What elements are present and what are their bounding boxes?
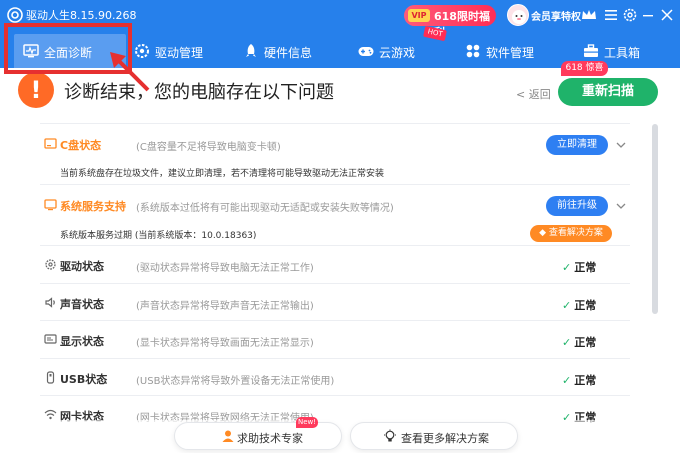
row-detail-c-disk: 当前系统盘存在垃圾文件，建议立即清理，若不清理将可能导致驱动无法正常安装	[60, 169, 385, 179]
title-bar: 驱动人生8.15.90.268 VIP 618限时福利 会员享特权	[0, 0, 680, 39]
status-label: 正常	[574, 261, 597, 274]
status-ok: ✓ 正常	[562, 297, 596, 313]
go-upgrade-button[interactable]: 前往升级	[546, 196, 608, 216]
more-solutions-button[interactable]: 查看更多解决方案	[350, 422, 518, 450]
rocket-icon	[246, 44, 256, 57]
row-divider	[40, 184, 630, 185]
settings-gear-icon[interactable]	[621, 6, 639, 24]
row-desc-driver: (驱动状态异常将导致电脑无法正常工作)	[136, 263, 314, 274]
row-desc-c-disk: (C盘容量不足将导致电脑变卡顿)	[136, 142, 281, 153]
rescan-button[interactable]: 重新扫描	[558, 78, 658, 106]
chevron-left-icon: <	[516, 88, 529, 101]
crown-icon[interactable]	[580, 6, 598, 24]
row-name-display: 显示状态	[60, 335, 104, 348]
tab-label: 云游戏	[379, 46, 416, 60]
row-desc-sound: (声音状态异常将导致声音无法正常输出)	[136, 301, 314, 312]
mascot-icon	[512, 10, 526, 24]
user-avatar[interactable]	[507, 4, 529, 26]
check-icon: ✓	[562, 374, 572, 387]
monitor-icon	[23, 44, 39, 58]
back-link[interactable]: < 返回	[516, 86, 551, 102]
chevron-down-icon[interactable]	[616, 141, 626, 149]
service-icon	[44, 199, 57, 211]
new-tag: New!	[296, 417, 318, 428]
row-divider	[40, 395, 630, 396]
disk-icon	[44, 138, 57, 149]
view-solution-label: 查看解决方案	[548, 228, 603, 238]
warning-icon: !	[18, 72, 54, 108]
status-label: 正常	[574, 299, 597, 312]
gamepad-icon	[358, 47, 374, 56]
tab-label: 硬件信息	[264, 46, 313, 60]
minimize-icon[interactable]	[639, 6, 657, 24]
app-title: 驱动人生8.15.90.268	[26, 9, 137, 22]
row-desc-usb: (USB状态异常将导致外置设备无法正常使用)	[136, 376, 335, 387]
speaker-icon	[45, 297, 55, 308]
status-label: 正常	[574, 374, 597, 387]
usb-icon	[46, 371, 55, 384]
back-label: 返回	[528, 88, 551, 101]
gear-icon	[135, 44, 149, 58]
row-divider	[40, 283, 630, 284]
tab-software-management[interactable]: 软件管理	[464, 34, 554, 68]
scrollbar[interactable]	[652, 124, 658, 314]
member-privilege-link[interactable]: 会员享特权	[531, 8, 581, 23]
clean-now-button[interactable]: 立即清理	[546, 135, 608, 155]
diagnosis-headline: 诊断结束，您的电脑存在以下问题	[64, 82, 334, 103]
toolbox-icon	[584, 44, 598, 57]
check-icon: ✓	[562, 336, 572, 349]
lightbulb-icon	[384, 429, 396, 442]
row-name-sound: 声音状态	[60, 298, 104, 311]
close-icon[interactable]	[658, 6, 676, 24]
row-desc-system-service: (系统版本过低将有可能出现驱动无适配或安装失败等情况)	[136, 203, 394, 214]
check-icon: ✓	[562, 299, 572, 312]
vip-promo-button[interactable]: VIP 618限时福利	[404, 5, 496, 39]
view-solution-button[interactable]: ◆ 查看解决方案	[530, 225, 612, 242]
apps-icon	[466, 44, 480, 58]
app-logo-icon	[7, 7, 23, 23]
tab-full-diagnosis[interactable]: 全面诊断	[14, 34, 126, 68]
chevron-down-icon[interactable]	[616, 202, 626, 210]
tab-label: 全面诊断	[44, 46, 93, 60]
row-desc-display: (显卡状态异常将导致画面无法正常显示)	[136, 338, 314, 349]
person-icon	[222, 430, 234, 442]
row-divider	[40, 245, 630, 246]
row-name-system-service: 系统服务支持	[60, 200, 126, 213]
status-ok: ✓ 正常	[562, 334, 596, 350]
row-name-usb: USB状态	[60, 373, 108, 386]
tab-label: 工具箱	[604, 46, 641, 60]
promo-badge: 618 惊喜	[561, 61, 608, 76]
tab-label: 软件管理	[486, 46, 535, 60]
tab-label: 驱动管理	[155, 46, 204, 60]
row-divider	[40, 123, 630, 124]
menu-icon[interactable]	[602, 6, 620, 24]
row-detail-system-service: 系统版本服务过期 (当前系统版本：10.0.18363)	[60, 231, 257, 241]
status-ok: ✓ 正常	[562, 372, 596, 388]
check-icon: ✓	[562, 261, 572, 274]
ask-expert-label: 求助技术专家	[237, 432, 303, 445]
display-icon	[44, 334, 57, 344]
row-divider	[40, 320, 630, 321]
status-label: 正常	[574, 336, 597, 349]
tab-hardware-info[interactable]: 硬件信息	[242, 34, 332, 68]
row-divider	[40, 358, 630, 359]
status-ok: ✓ 正常	[562, 259, 596, 275]
more-solutions-label: 查看更多解决方案	[401, 432, 489, 445]
tab-driver-management[interactable]: 驱动管理	[133, 34, 233, 68]
vip-tag: VIP	[408, 9, 430, 22]
lightbulb-icon: ◆	[539, 228, 549, 238]
driver-gear-icon	[45, 259, 56, 270]
tab-cloud-gaming[interactable]: 云游戏	[357, 34, 437, 68]
row-name-driver: 驱动状态	[60, 260, 104, 273]
row-name-c-disk: C盘状态	[60, 139, 102, 152]
